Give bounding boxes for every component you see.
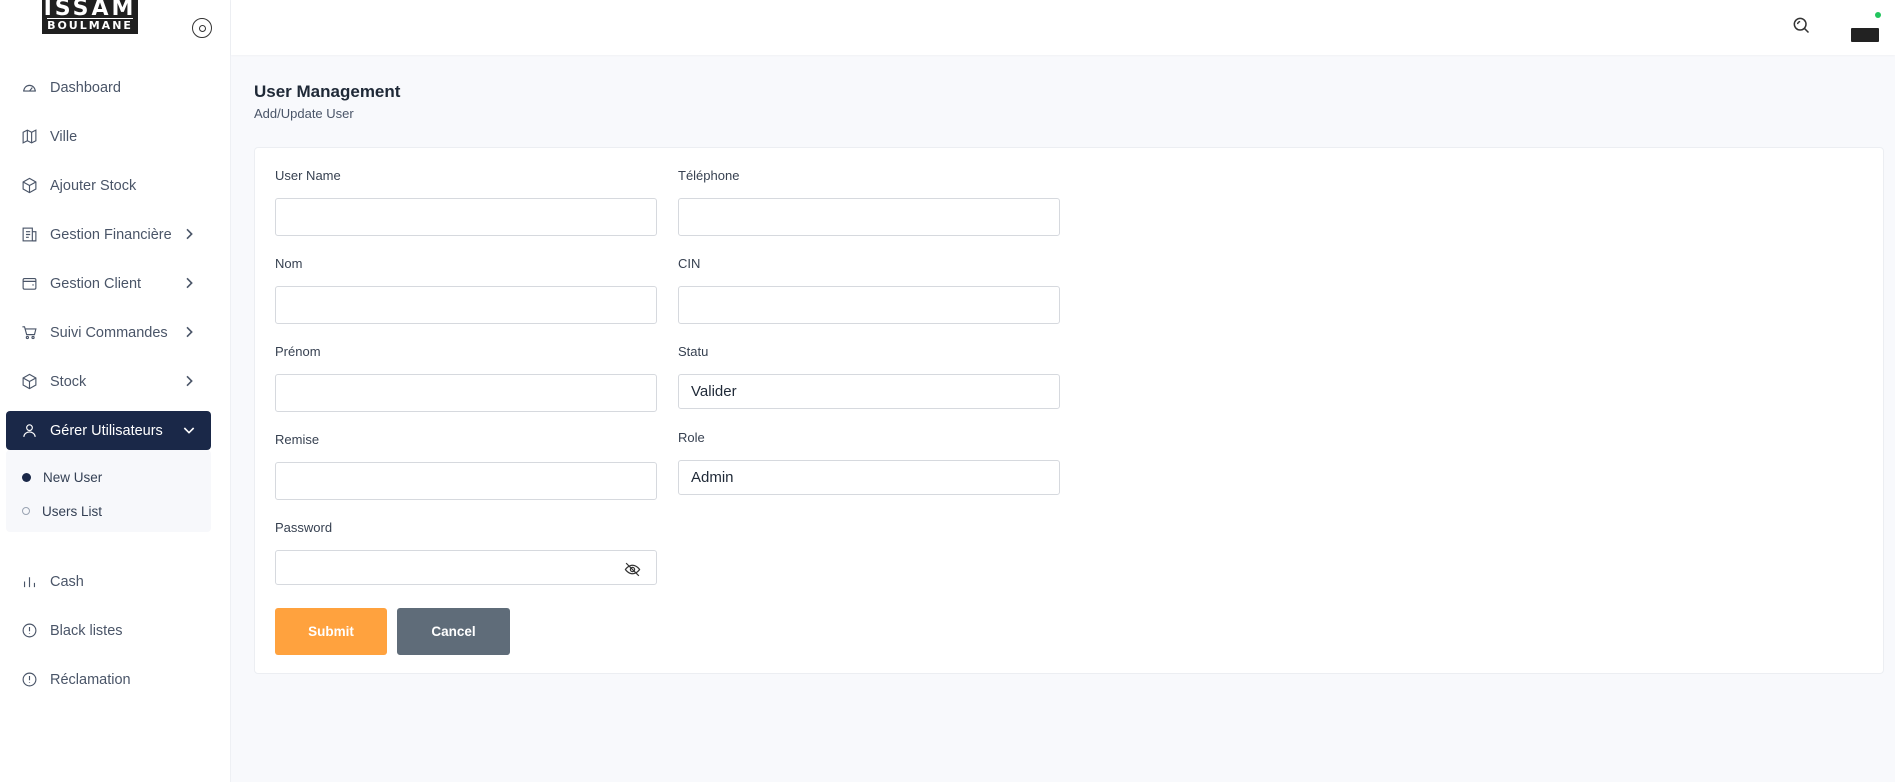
prenom-label: Prénom bbox=[275, 344, 321, 359]
top-header bbox=[231, 0, 1895, 55]
telephone-input[interactable] bbox=[678, 198, 1060, 236]
user-form-card: User Name Nom Prénom Remise Password Tél… bbox=[254, 147, 1884, 674]
password-input[interactable] bbox=[275, 550, 657, 585]
eye-off-icon[interactable] bbox=[624, 561, 642, 579]
submenu-item-label: New User bbox=[43, 469, 103, 485]
bullet-empty-icon bbox=[22, 507, 30, 515]
box-icon bbox=[20, 177, 38, 195]
box-icon bbox=[20, 373, 38, 391]
sidebar-item-label: Gérer Utilisateurs bbox=[50, 422, 163, 439]
sidebar-item-label: Gestion Financière bbox=[50, 226, 172, 243]
sidebar-item-suivi-commandes[interactable]: Suivi Commandes bbox=[6, 313, 211, 352]
alert-circle-icon bbox=[20, 671, 38, 689]
page-title: User Management bbox=[254, 82, 401, 101]
field-cin: CIN bbox=[678, 256, 1060, 324]
logo-line1: ISSAM bbox=[43, 0, 137, 21]
role-select[interactable]: Admin bbox=[678, 460, 1060, 495]
sidebar-item-cash[interactable]: Cash bbox=[6, 562, 211, 601]
avatar-image bbox=[1851, 28, 1879, 42]
cancel-button[interactable]: Cancel bbox=[397, 608, 510, 655]
alert-circle-icon bbox=[20, 622, 38, 640]
cin-input[interactable] bbox=[678, 286, 1060, 324]
field-username: User Name bbox=[275, 168, 657, 236]
cart-icon bbox=[20, 324, 38, 342]
nom-label: Nom bbox=[275, 256, 303, 271]
bullet-filled-icon bbox=[22, 472, 31, 482]
remise-input[interactable] bbox=[275, 462, 657, 500]
chevron-right-icon bbox=[181, 324, 197, 340]
sidebar-item-ajouter-stock[interactable]: Ajouter Stock bbox=[6, 166, 211, 205]
sidebar-item-reclamation[interactable]: Réclamation bbox=[6, 660, 211, 699]
sidebar-item-gestion-financiere[interactable]: Gestion Financière bbox=[6, 215, 211, 254]
submenu-item-new-user[interactable]: New User bbox=[6, 460, 211, 494]
user-icon bbox=[20, 422, 38, 440]
chevron-right-icon bbox=[181, 275, 197, 291]
statu-select[interactable]: Valider bbox=[678, 374, 1060, 409]
target-icon bbox=[198, 24, 206, 32]
field-telephone: Téléphone bbox=[678, 168, 1060, 236]
sidebar-item-label: Gestion Client bbox=[50, 275, 142, 292]
sidebar: ISSAM BOULMANE Dashboard Ville Ajouter S… bbox=[0, 0, 231, 782]
telephone-label: Téléphone bbox=[678, 168, 740, 183]
sidebar-item-label: Cash bbox=[50, 573, 84, 590]
search-button[interactable] bbox=[1791, 15, 1813, 37]
sidebar-item-dashboard[interactable]: Dashboard bbox=[6, 68, 211, 107]
logo-line2: BOULMANE bbox=[47, 18, 133, 32]
map-icon bbox=[20, 128, 38, 146]
sidebar-item-gestion-client[interactable]: Gestion Client bbox=[6, 264, 211, 303]
sidebar-item-label: Ajouter Stock bbox=[50, 177, 137, 194]
cin-label: CIN bbox=[678, 256, 701, 271]
bar-chart-icon bbox=[20, 573, 38, 591]
brand-logo[interactable]: ISSAM BOULMANE bbox=[42, 0, 138, 34]
sidebar-item-label: Réclamation bbox=[50, 671, 131, 688]
sidebar-item-label: Suivi Commandes bbox=[50, 324, 168, 341]
online-status-dot bbox=[1875, 12, 1881, 18]
field-role: Role Admin bbox=[678, 430, 1060, 495]
chevron-right-icon bbox=[181, 226, 197, 242]
field-password: Password bbox=[275, 520, 657, 585]
sidebar-item-stock[interactable]: Stock bbox=[6, 362, 211, 401]
field-prenom: Prénom bbox=[275, 344, 657, 412]
field-statu: Statu Valider bbox=[678, 344, 1060, 409]
dashboard-gauge-icon bbox=[20, 79, 38, 97]
nom-input[interactable] bbox=[275, 286, 657, 324]
field-nom: Nom bbox=[275, 256, 657, 324]
page-subtitle: Add/Update User bbox=[254, 106, 354, 121]
search-icon bbox=[1793, 17, 1810, 34]
user-avatar[interactable] bbox=[1851, 12, 1881, 42]
sidebar-item-black-listes[interactable]: Black listes bbox=[6, 611, 211, 650]
sidebar-item-label: Ville bbox=[50, 128, 78, 145]
chevron-down-icon bbox=[181, 422, 197, 438]
users-submenu: New User Users List bbox=[6, 450, 211, 532]
role-label: Role bbox=[678, 430, 705, 445]
chevron-right-icon bbox=[181, 373, 197, 389]
statu-label: Statu bbox=[678, 344, 709, 359]
username-input[interactable] bbox=[275, 198, 657, 236]
field-remise: Remise bbox=[275, 432, 657, 500]
prenom-input[interactable] bbox=[275, 374, 657, 412]
username-label: User Name bbox=[275, 168, 341, 183]
sidebar-item-gerer-utilisateurs[interactable]: Gérer Utilisateurs bbox=[6, 411, 211, 450]
sidebar-nav: Dashboard Ville Ajouter Stock Gestion Fi… bbox=[6, 68, 211, 709]
submenu-item-label: Users List bbox=[42, 503, 103, 519]
sidebar-item-label: Black listes bbox=[50, 622, 123, 639]
sidebar-toggle-button[interactable] bbox=[192, 18, 212, 38]
sidebar-item-ville[interactable]: Ville bbox=[6, 117, 211, 156]
sidebar-item-label: Stock bbox=[50, 373, 87, 390]
sidebar-item-label: Dashboard bbox=[50, 79, 121, 96]
password-label: Password bbox=[275, 520, 333, 535]
ledger-icon bbox=[20, 226, 38, 244]
remise-label: Remise bbox=[275, 432, 320, 447]
submenu-item-users-list[interactable]: Users List bbox=[6, 494, 211, 528]
submit-button[interactable]: Submit bbox=[275, 608, 387, 655]
wallet-icon bbox=[20, 275, 38, 293]
